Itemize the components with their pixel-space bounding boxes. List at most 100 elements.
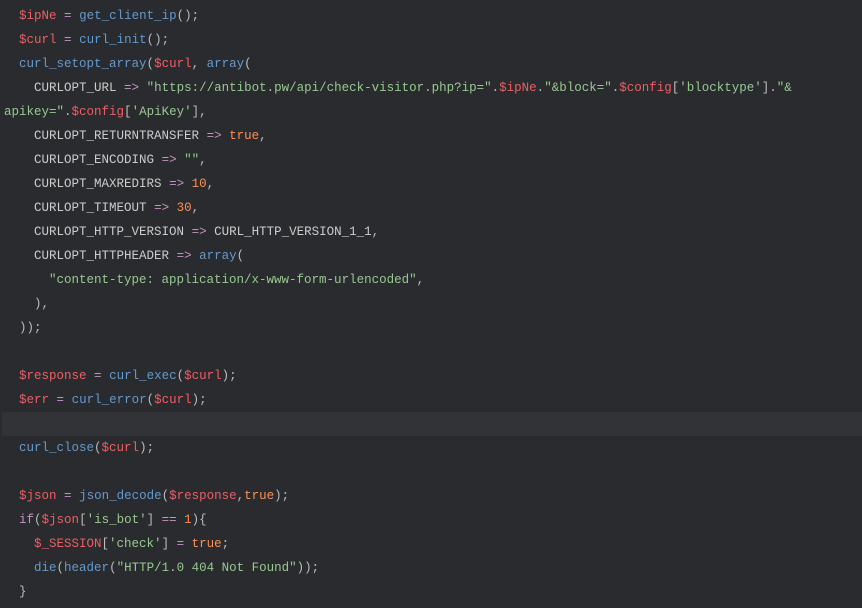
code-token: ));: [297, 561, 320, 575]
code-token: =: [94, 369, 102, 383]
code-token: =>: [169, 177, 184, 191]
code-token: header: [64, 561, 109, 575]
code-token: CURLOPT_HTTPHEADER: [34, 249, 169, 263]
code-line: curl_setopt_array($curl, array(: [2, 52, 862, 76]
code-token: ,: [192, 201, 200, 215]
code-token: =>: [124, 81, 139, 95]
code-line: [2, 340, 862, 364]
code-token: [177, 153, 185, 167]
code-token: true: [192, 537, 222, 551]
code-token: (: [162, 489, 170, 503]
code-line: CURLOPT_MAXREDIRS => 10,: [2, 172, 862, 196]
code-token: [184, 177, 192, 191]
code-token: curl_exec: [109, 369, 177, 383]
code-line: CURLOPT_ENCODING => "",: [2, 148, 862, 172]
code-token: [169, 201, 177, 215]
code-line: if($json['is_bot'] == 1){: [2, 508, 862, 532]
code-token: apikey=": [4, 105, 64, 119]
code-token: ,: [192, 57, 207, 71]
code-token: (: [57, 561, 65, 575]
code-token: [64, 393, 72, 407]
code-token: .: [64, 105, 72, 119]
code-line: $ipNe = get_client_ip();: [2, 4, 862, 28]
code-token: "content-type: application/x-www-form-ur…: [49, 273, 417, 287]
code-token: [: [124, 105, 132, 119]
code-line: $curl = curl_init();: [2, 28, 862, 52]
code-token: $config: [619, 81, 672, 95]
code-line: apikey=".$config['ApiKey'],: [2, 100, 862, 124]
code-token: $response: [19, 369, 87, 383]
code-token: =>: [207, 129, 222, 143]
code-token: CURLOPT_HTTP_VERSION: [34, 225, 184, 239]
code-token: curl_error: [72, 393, 147, 407]
code-token: 'blocktype': [679, 81, 762, 95]
code-line: $_SESSION['check'] = true;: [2, 532, 862, 556]
code-line: CURLOPT_URL => "https://antibot.pw/api/c…: [2, 76, 862, 100]
code-token: [184, 225, 192, 239]
code-token: [199, 129, 207, 143]
code-token: 10: [192, 177, 207, 191]
code-token: [222, 129, 230, 143]
code-token: "&block=": [544, 81, 612, 95]
code-token: [177, 513, 185, 527]
code-token: =: [64, 33, 72, 47]
code-token: [49, 393, 57, 407]
code-line: ),: [2, 292, 862, 316]
code-line: curl_close($curl);: [2, 436, 862, 460]
code-token: [192, 249, 200, 263]
code-token: );: [274, 489, 289, 503]
code-token: ;: [222, 537, 230, 551]
code-token: $curl: [184, 369, 222, 383]
code-token: "HTTP/1.0 404 Not Found": [117, 561, 297, 575]
code-token: [139, 81, 147, 95]
code-token: ]: [162, 537, 177, 551]
code-token: CURLOPT_RETURNTRANSFER: [34, 129, 199, 143]
code-token: ],: [192, 105, 207, 119]
code-token: curl_setopt_array: [19, 57, 147, 71]
code-token: 'is_bot': [87, 513, 147, 527]
code-token: $json: [19, 489, 57, 503]
code-token: [162, 177, 170, 191]
code-line: CURLOPT_HTTPHEADER => array(: [2, 244, 862, 268]
code-token: ,: [259, 129, 267, 143]
code-token: $_SESSION: [34, 537, 102, 551]
code-token: ));: [19, 321, 42, 335]
code-token: [117, 81, 125, 95]
code-token: $err: [19, 393, 49, 407]
code-token: (: [109, 561, 117, 575]
code-token: CURLOPT_TIMEOUT: [34, 201, 147, 215]
code-token: ),: [34, 297, 49, 311]
code-token: [72, 489, 80, 503]
code-token: CURL_HTTP_VERSION_1_1: [214, 225, 372, 239]
code-token: CURLOPT_ENCODING: [34, 153, 154, 167]
code-token: [: [102, 537, 110, 551]
code-token: [184, 537, 192, 551]
code-token: [72, 33, 80, 47]
code-line: }: [2, 580, 862, 604]
code-line: [2, 460, 862, 484]
code-token: CURLOPT_URL: [34, 81, 117, 95]
code-token: array: [207, 57, 245, 71]
code-token: $ipNe: [499, 81, 537, 95]
code-token: =: [177, 537, 185, 551]
code-token: 1: [184, 513, 192, 527]
code-token: curl_init: [79, 33, 147, 47]
code-token: "": [184, 153, 199, 167]
code-token: =>: [177, 249, 192, 263]
code-token: .: [769, 81, 777, 95]
code-token: =: [64, 9, 72, 23]
code-token: (: [94, 441, 102, 455]
code-token: true: [229, 129, 259, 143]
code-token: "https://antibot.pw/api/check-visitor.ph…: [147, 81, 492, 95]
code-token: 'ApiKey': [132, 105, 192, 119]
code-line: die(header("HTTP/1.0 404 Not Found"));: [2, 556, 862, 580]
code-token: $curl: [154, 393, 192, 407]
code-token: [147, 201, 155, 215]
code-token: ){: [192, 513, 207, 527]
code-token: 'check': [109, 537, 162, 551]
code-token: [154, 153, 162, 167]
code-editor[interactable]: $ipNe = get_client_ip(); $curl = curl_in…: [0, 0, 862, 608]
code-token: ,: [207, 177, 215, 191]
code-token: ();: [147, 33, 170, 47]
code-token: $curl: [154, 57, 192, 71]
